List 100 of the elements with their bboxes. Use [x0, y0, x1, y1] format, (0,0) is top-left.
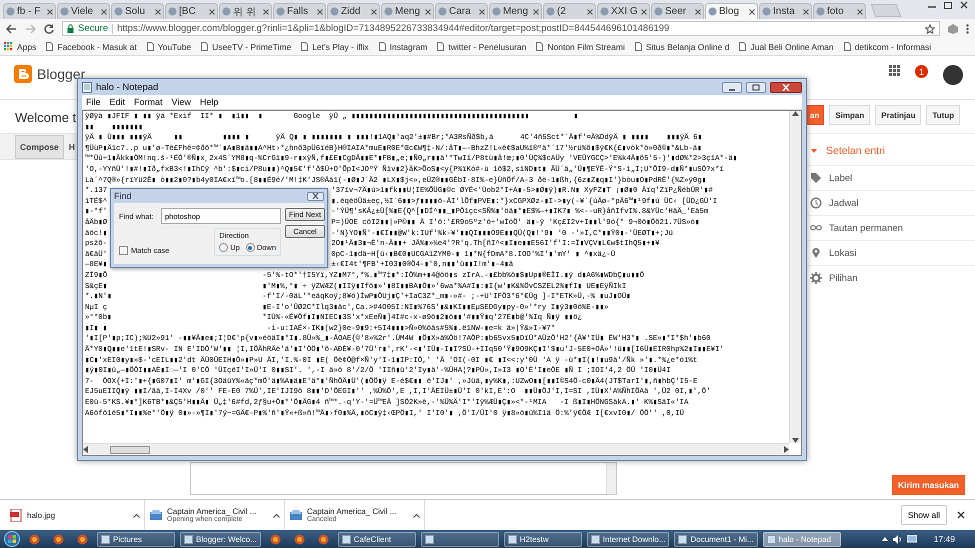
- scrollbar[interactable]: [606, 463, 616, 494]
- show-all-button[interactable]: Show all: [900, 505, 947, 525]
- extension-icon[interactable]: [948, 24, 958, 34]
- image-file-icon: [10, 508, 22, 522]
- speaker-icon[interactable]: [892, 534, 902, 544]
- browser-tab[interactable]: foto: [813, 3, 866, 19]
- bookmark[interactable]: Apps: [4, 42, 36, 52]
- browser-tab[interactable]: Insta: [759, 3, 812, 19]
- bookmark[interactable]: Situs Belanja Online d: [634, 42, 730, 52]
- url-text[interactable]: https://www.blogger.com/blogger.g?rinli=1&pli=1&blogID=7134895226733834944#editor/target=post;postID=844544696101486199: [117, 23, 670, 34]
- bookmark[interactable]: detikcom - Informasi: [844, 42, 932, 52]
- taskbar-item[interactable]: H2testw: [504, 532, 582, 546]
- favicon-icon: [492, 7, 501, 16]
- apps-grid-icon: [4, 42, 13, 51]
- start-button-icon[interactable]: [4, 531, 20, 547]
- scroll-down-icon[interactable]: [792, 438, 799, 443]
- app-icon[interactable]: [270, 534, 281, 544]
- favicon-icon: [168, 7, 177, 16]
- caret-icon[interactable]: [133, 512, 140, 518]
- favicon-icon: [762, 7, 771, 16]
- browser-tab[interactable]: Meng: [381, 3, 434, 19]
- browser-tab[interactable]: Meng: [489, 3, 542, 19]
- caret-icon[interactable]: [413, 512, 420, 518]
- favicon-icon: [546, 7, 555, 16]
- editor-tab[interactable]: Compose: [15, 134, 64, 158]
- bookmark[interactable]: YouTube: [146, 42, 192, 52]
- browser-tab[interactable]: (2: [543, 3, 596, 19]
- browser-tab[interactable]: Viele: [57, 3, 110, 19]
- editor-tab[interactable]: H: [64, 134, 80, 158]
- menu-item[interactable]: Format: [134, 97, 163, 107]
- menu-item[interactable]: File: [86, 97, 101, 107]
- notification-badge[interactable]: 1: [915, 65, 928, 78]
- app-icon: [184, 534, 193, 544]
- scroll-right-icon[interactable]: [784, 446, 789, 453]
- browser-tab[interactable]: [BC: [165, 3, 218, 19]
- page-icon: [46, 42, 54, 51]
- action-button[interactable]: Pratinjau: [875, 105, 922, 125]
- app-icon[interactable]: [318, 534, 329, 544]
- close-icon[interactable]: [749, 8, 755, 14]
- taskbar-item[interactable]: Internet Downlo...: [586, 532, 670, 546]
- vertical-scrollbar[interactable]: [789, 111, 801, 443]
- app-icon[interactable]: [294, 534, 305, 544]
- bookmark[interactable]: Instagram: [378, 42, 428, 52]
- page-icon: [739, 42, 746, 51]
- bookmark[interactable]: twitter - Penelusuran: [437, 42, 526, 52]
- caret-icon[interactable]: [273, 512, 280, 518]
- menu-item[interactable]: Edit: [110, 97, 126, 107]
- star-icon[interactable]: [925, 24, 935, 34]
- maximize-button[interactable]: [746, 82, 766, 92]
- menu-item[interactable]: Help: [200, 97, 218, 107]
- tray-caret-icon[interactable]: [882, 537, 888, 541]
- page-icon: [301, 42, 308, 51]
- browser-tab[interactable]: XXI G: [597, 3, 650, 19]
- browser-tab[interactable]: Falls: [273, 3, 326, 19]
- app-icon: [101, 534, 110, 544]
- bookmark[interactable]: Nonton Film Streami: [536, 42, 625, 52]
- scroll-thumb-icon[interactable]: [110, 446, 150, 454]
- welcome-heading: Welcome t: [15, 110, 76, 125]
- close-icon[interactable]: [959, 1, 969, 9]
- taskbar-item[interactable]: Document1 - Mi...: [674, 532, 758, 546]
- browser-tab[interactable]: Blog: [705, 3, 758, 19]
- browser-tab[interactable]: Cara: [435, 3, 488, 19]
- back-icon[interactable]: [6, 24, 17, 34]
- app-icon[interactable]: [53, 534, 64, 544]
- menu-icon[interactable]: [966, 24, 969, 34]
- app-icon[interactable]: [29, 534, 40, 544]
- favicon-icon: [708, 7, 717, 16]
- restore-icon[interactable]: [943, 1, 953, 9]
- taskbar-item[interactable]: [420, 532, 499, 546]
- horizontal-scrollbar[interactable]: [83, 443, 789, 455]
- scroll-left-icon[interactable]: [83, 446, 88, 453]
- browser-tab[interactable]: Seer: [651, 3, 704, 19]
- browser-tab[interactable]: Zidd: [327, 3, 380, 19]
- bookmark[interactable]: Facebook - Masuk at: [46, 42, 137, 52]
- apps-grid-icon[interactable]: [889, 65, 900, 76]
- action-button[interactable]: Simpan: [829, 105, 870, 125]
- favicon-icon: [114, 7, 123, 16]
- action-button[interactable]: Tutup: [926, 105, 960, 125]
- avatar[interactable]: [943, 65, 963, 85]
- bookmark[interactable]: Jual Beli Online Aman: [739, 42, 834, 52]
- file-icon: [150, 508, 162, 522]
- taskbar-item[interactable]: CafeClient: [338, 532, 416, 546]
- browser-tab[interactable]: Solu: [111, 3, 164, 19]
- network-icon[interactable]: [906, 534, 917, 544]
- bookmark[interactable]: UseeTV - PrimeTime: [201, 42, 292, 52]
- favicon-icon: [6, 7, 15, 16]
- clock: 17:49: [934, 534, 955, 544]
- favicon-icon: [276, 7, 285, 16]
- app-icon[interactable]: [77, 534, 88, 544]
- reload-icon[interactable]: [44, 24, 54, 34]
- close-icon[interactable]: [957, 511, 965, 519]
- close-button[interactable]: [770, 82, 802, 92]
- menu-item[interactable]: View: [172, 97, 191, 107]
- browser-tab[interactable]: fb - F: [3, 3, 56, 19]
- minimize-button[interactable]: [722, 82, 742, 92]
- close-button[interactable]: [307, 192, 324, 200]
- bookmark[interactable]: Let's Play - iflix: [301, 42, 369, 52]
- taskbar-item[interactable]: Pictures: [97, 532, 175, 546]
- browser-tab[interactable]: 위 위: [219, 3, 272, 19]
- taskbar-item[interactable]: Blogger: Welco...: [180, 532, 261, 546]
